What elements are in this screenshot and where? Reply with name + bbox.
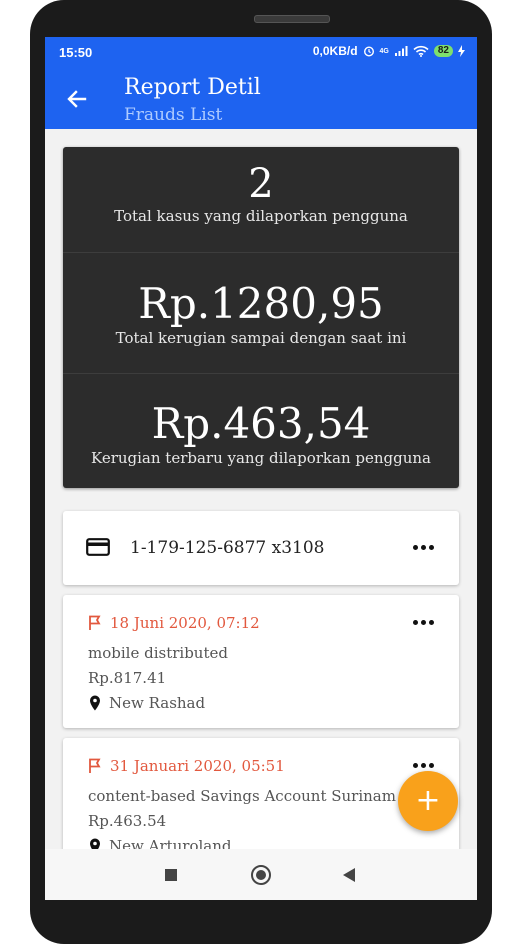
flag-icon bbox=[89, 615, 101, 630]
stat-label: Total kasus yang dilaporkan pengguna bbox=[114, 207, 408, 225]
wifi-icon bbox=[413, 45, 429, 57]
page-title: Report Detil bbox=[124, 75, 261, 100]
speaker-grille bbox=[254, 15, 330, 23]
stat-total-loss: Rp.1280,95 Total kerugian sampai dengan … bbox=[63, 279, 459, 347]
account-card[interactable]: 1-179-125-6877 x3108 bbox=[63, 511, 459, 585]
nav-back-icon[interactable] bbox=[343, 868, 355, 882]
account-number: 1-179-125-6877 x3108 bbox=[130, 538, 325, 558]
stat-label: Total kerugian sampai dengan saat ini bbox=[115, 329, 407, 347]
system-nav-bar bbox=[45, 849, 477, 900]
report-location: New Rashad bbox=[109, 694, 206, 712]
charging-icon bbox=[458, 45, 465, 57]
summary-card: 2 Total kasus yang dilaporkan pengguna R… bbox=[63, 147, 459, 488]
status-bar: 15:50 0,0KB/d 4G 82 bbox=[45, 37, 477, 67]
signal-icon bbox=[394, 46, 408, 56]
report-card[interactable]: 18 Juni 2020, 07:12 mobile distributed R… bbox=[63, 595, 459, 728]
divider bbox=[63, 373, 459, 374]
divider bbox=[63, 252, 459, 253]
back-arrow-icon[interactable] bbox=[65, 87, 89, 111]
report-amount: Rp.817.41 bbox=[88, 669, 167, 687]
recents-icon[interactable] bbox=[165, 869, 177, 881]
location-pin-icon bbox=[90, 695, 100, 711]
report-amount: Rp.463.54 bbox=[88, 812, 167, 830]
screen: 15:50 0,0KB/d 4G 82 Report Detil Frauds … bbox=[45, 37, 477, 900]
battery-level: 82 bbox=[433, 45, 453, 57]
credit-card-icon bbox=[86, 538, 110, 556]
app-bar: Report Detil Frauds List bbox=[45, 67, 477, 129]
add-report-button[interactable]: + bbox=[398, 771, 458, 831]
page-subtitle: Frauds List bbox=[124, 105, 223, 125]
stat-value: Rp.1280,95 bbox=[138, 279, 384, 328]
flag-icon bbox=[89, 758, 101, 773]
signal-label: 4G bbox=[379, 47, 389, 55]
report-date: 31 Januari 2020, 05:51 bbox=[110, 757, 285, 775]
report-description: content-based Savings Account Surinam D bbox=[88, 787, 413, 805]
stat-latest-loss: Rp.463,54 Kerugian terbaru yang dilapork… bbox=[63, 399, 459, 467]
report-date: 18 Juni 2020, 07:12 bbox=[110, 614, 260, 632]
more-options-icon[interactable] bbox=[413, 763, 435, 769]
more-options-icon[interactable] bbox=[413, 545, 435, 551]
stat-label: Kerugian terbaru yang dilaporkan penggun… bbox=[91, 449, 431, 467]
status-icons: 0,0KB/d 4G 82 bbox=[313, 44, 465, 58]
status-time: 15:50 bbox=[59, 45, 93, 60]
report-description: mobile distributed bbox=[88, 644, 228, 662]
network-speed: 0,0KB/d bbox=[312, 44, 358, 58]
stat-value: 2 bbox=[248, 161, 274, 207]
stat-value: Rp.463,54 bbox=[151, 399, 371, 448]
stat-total-cases: 2 Total kasus yang dilaporkan pengguna bbox=[63, 161, 459, 225]
alarm-icon bbox=[363, 46, 374, 57]
more-options-icon[interactable] bbox=[413, 620, 435, 626]
home-icon[interactable] bbox=[251, 865, 271, 885]
